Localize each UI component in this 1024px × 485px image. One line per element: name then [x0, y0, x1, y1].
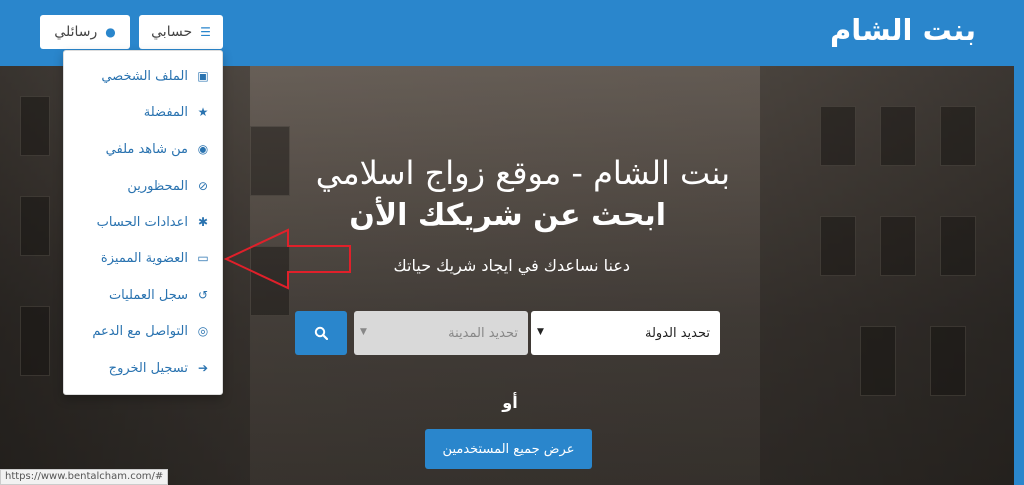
menu-item-label: من شاهد ملفي — [105, 141, 188, 157]
star-icon: ★ — [197, 105, 209, 119]
view-all-users-button[interactable]: عرض جميع المستخدمين — [425, 429, 592, 469]
status-url: https://www.bentalcham.com/# — [0, 469, 169, 485]
menu-item-profile[interactable]: ▣ الملف الشخصي — [74, 65, 210, 87]
window — [20, 306, 50, 376]
menu-item-label: المحظورين — [127, 178, 188, 194]
list-icon: ☰ — [200, 25, 211, 39]
menu-item-contact-support[interactable]: ◎ التواصل مع الدعم — [74, 320, 210, 342]
window — [20, 196, 50, 256]
country-select-value: تحديد الدولة — [644, 325, 710, 341]
hero-tagline: دعنا نساعدك في ايجاد شريك حياتك — [393, 256, 630, 275]
window — [820, 106, 856, 166]
menu-item-label: التواصل مع الدعم — [92, 323, 188, 339]
menu-item-label: الملف الشخصي — [101, 68, 188, 84]
page-edge-strip — [1014, 66, 1024, 485]
menu-item-label: المفضلة — [143, 104, 188, 120]
messages-label: رسائلي — [54, 24, 98, 40]
menu-item-label: العضوية المميزة — [100, 250, 188, 266]
caret-down-icon: ▼ — [537, 327, 544, 337]
account-label: حسابي — [151, 24, 193, 40]
search-icon — [314, 326, 328, 340]
menu-item-profile-viewers[interactable]: ◉ من شاهد ملفي — [74, 138, 210, 160]
window — [820, 216, 856, 276]
or-separator: أو — [502, 393, 518, 412]
menu-item-account-settings[interactable]: ✱ اعدادات الحساب — [74, 211, 210, 233]
gear-icon: ✱ — [197, 215, 209, 229]
caret-down-icon: ▼ — [360, 327, 367, 337]
chat-icon: ● — [105, 25, 116, 39]
city-select-placeholder: تحديد المدينة — [448, 325, 518, 341]
id-card-icon: ▣ — [197, 69, 209, 83]
credit-card-icon: ▭ — [197, 251, 209, 265]
menu-item-blocked[interactable]: ⊘ المحظورين — [74, 175, 210, 197]
ban-icon: ⊘ — [197, 179, 209, 193]
window — [880, 216, 916, 276]
menu-item-label: اعدادات الحساب — [96, 214, 188, 230]
country-select[interactable]: تحديد الدولة ▼ — [531, 311, 720, 355]
window — [940, 106, 976, 166]
hero-title: بنت الشام - موقع زواج اسلامي — [315, 154, 730, 192]
search-button[interactable] — [295, 311, 347, 355]
messages-button[interactable]: ● رسائلي — [40, 15, 130, 49]
window — [940, 216, 976, 276]
account-dropdown-menu: ▣ الملف الشخصي ★ المفضلة ◉ من شاهد ملفي … — [63, 50, 223, 395]
window — [880, 106, 916, 166]
history-icon: ↺ — [197, 288, 209, 302]
window — [20, 96, 50, 156]
window — [860, 326, 896, 396]
lifebuoy-icon: ◎ — [197, 324, 209, 338]
window — [930, 326, 966, 396]
annotation-arrow — [224, 228, 351, 290]
sign-out-icon: ➔ — [197, 361, 209, 375]
menu-item-label: تسجيل الخروج — [108, 360, 188, 376]
eye-icon: ◉ — [197, 142, 209, 156]
menu-item-logout[interactable]: ➔ تسجيل الخروج — [74, 357, 210, 379]
menu-item-label: سجل العمليات — [108, 287, 188, 303]
menu-item-transaction-history[interactable]: ↺ سجل العمليات — [74, 284, 210, 306]
menu-item-premium-membership[interactable]: ▭ العضوية المميزة — [74, 247, 210, 269]
brand-logo[interactable]: بنت الشام — [830, 13, 976, 47]
menu-item-favorites[interactable]: ★ المفضلة — [74, 101, 210, 123]
city-select[interactable]: تحديد المدينة ▼ — [354, 311, 528, 355]
account-menu-button[interactable]: ☰ حسابي — [139, 15, 223, 49]
